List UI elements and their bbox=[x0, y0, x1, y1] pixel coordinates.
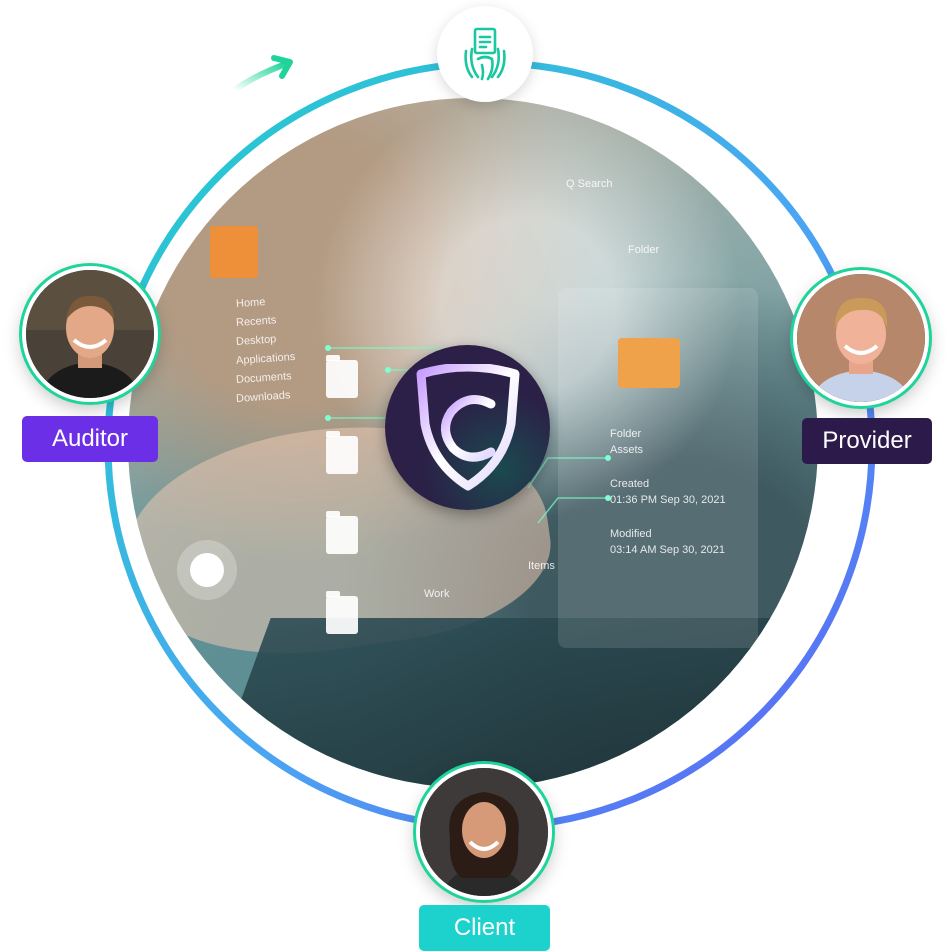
bg-sidebar-item: Documents bbox=[235, 370, 292, 387]
bg-work-label: Work bbox=[424, 588, 450, 600]
bg-sidebar-item: Downloads bbox=[235, 389, 291, 406]
provider-avatar bbox=[793, 270, 929, 406]
ring-progress-knob bbox=[177, 540, 237, 600]
auditor-label: Auditor bbox=[22, 416, 158, 462]
bg-sidebar: Home Recents Desktop Applications Docume… bbox=[235, 296, 296, 410]
folder-icon bbox=[326, 591, 358, 634]
bg-folder-dropdown: Folder bbox=[628, 244, 660, 256]
bg-detail: Assets bbox=[610, 444, 644, 456]
bg-detail: 01:36 PM Sep 30, 2021 bbox=[610, 494, 726, 506]
client-label: Client bbox=[419, 905, 550, 951]
bg-detail: Modified bbox=[610, 528, 652, 540]
bg-sidebar-item: Recents bbox=[235, 314, 277, 330]
bg-sidebar-item: Home bbox=[235, 296, 266, 311]
bg-search-label: Q Search bbox=[566, 178, 613, 190]
auditor-avatar bbox=[22, 266, 158, 402]
fingerprint-document-icon bbox=[437, 6, 533, 102]
bg-detail: Folder bbox=[610, 428, 642, 440]
shield-c-logo-icon bbox=[385, 345, 550, 510]
arrow-icon bbox=[231, 55, 293, 93]
bg-sidebar-item: Applications bbox=[235, 350, 296, 368]
bg-details-panel: Folder Assets Created 01:36 PM Sep 30, 2… bbox=[610, 428, 726, 556]
bg-detail: 03:14 AM Sep 30, 2021 bbox=[610, 544, 725, 556]
bg-detail: Created bbox=[610, 478, 650, 490]
client-avatar bbox=[416, 764, 552, 900]
bg-sidebar-item: Desktop bbox=[235, 333, 277, 349]
provider-label: Provider bbox=[802, 418, 932, 464]
illustration-stage: Q Search Folder Home Recents Desktop App… bbox=[0, 0, 946, 951]
